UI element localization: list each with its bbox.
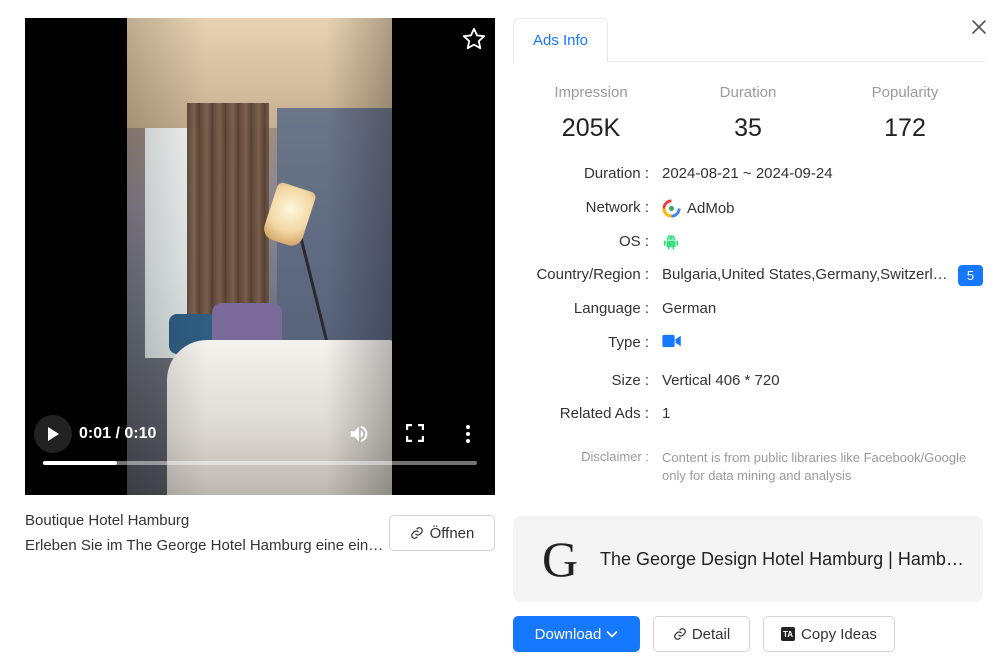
android-icon (663, 235, 679, 250)
favorite-star-icon[interactable] (461, 26, 487, 52)
download-button[interactable]: Download (513, 616, 640, 652)
related-ads-count[interactable]: 1 (662, 405, 670, 422)
detail-row-language: Language : German (513, 300, 985, 322)
open-button[interactable]: Öffnen (389, 515, 495, 551)
stat-label: Duration (719, 84, 777, 101)
detail-row-type: Type : (513, 334, 985, 356)
link-icon (410, 527, 423, 539)
tab-bar: Ads Info (513, 18, 985, 63)
advertiser-card[interactable]: G The George Design Hotel Hamburg | Hamb… (513, 516, 983, 602)
stat-value: 172 (884, 114, 926, 142)
disclaimer-label: Disclaimer : (581, 449, 649, 464)
row-label: OS : (618, 233, 649, 250)
stat-popularity: Popularity 172 (825, 84, 985, 143)
detail-button[interactable]: Detail (653, 616, 750, 652)
text-format-icon: TA (781, 627, 796, 641)
row-label: Related Ads : (559, 405, 649, 422)
detail-row-size: Size : Vertical 406 * 720 (513, 372, 985, 394)
stat-value: 205K (561, 114, 621, 142)
row-label: Duration : (583, 165, 649, 182)
video-time: 0:01 / 0:10 (79, 425, 157, 442)
advertiser-logo: G (541, 531, 579, 587)
detail-row-network: Network : AdMob (513, 199, 985, 221)
detail-label: Detail (691, 625, 731, 643)
detail-row-country: Country/Region : Bulgaria,United States,… (513, 265, 985, 288)
video-progress-bar[interactable] (43, 461, 477, 465)
video-controls: 0:01 / 0:10 (25, 398, 495, 495)
ad-description: Erleben Sie im The George Hotel Hamburg … (25, 537, 385, 554)
video-progress-fill (43, 461, 117, 465)
ad-title: Boutique Hotel Hamburg (25, 512, 190, 529)
language-value: German (662, 300, 717, 317)
admob-icon (662, 199, 681, 218)
chevron-down-icon (606, 630, 618, 638)
video-camera-icon (662, 334, 681, 348)
open-button-label: Öffnen (429, 524, 475, 542)
copy-ideas-label: Copy Ideas (801, 625, 877, 643)
row-label: Network : (585, 199, 649, 216)
network-value: AdMob (662, 199, 735, 218)
detail-row-duration: Duration : 2024-08-21 ~ 2024-09-24 (513, 165, 985, 187)
play-button[interactable] (34, 415, 72, 453)
row-label: Country/Region : (536, 266, 649, 283)
stat-label: Impression (554, 84, 628, 101)
stat-duration: Duration 35 (668, 84, 828, 143)
row-label: Language : (573, 300, 649, 317)
more-options-icon[interactable] (463, 424, 473, 444)
country-list: Bulgaria,United States,Germany,Switzerla… (662, 266, 950, 283)
detail-row-os: OS : (513, 233, 985, 255)
size-value: Vertical 406 * 720 (662, 372, 780, 389)
stat-impression: Impression 205K (511, 84, 671, 143)
tab-ads-info[interactable]: Ads Info (513, 18, 608, 63)
disclaimer-text: Content is from public libraries like Fa… (662, 450, 967, 483)
copy-ideas-button[interactable]: TA Copy Ideas (763, 616, 895, 652)
detail-row-related: Related Ads : 1 (513, 405, 985, 427)
link-icon (673, 628, 686, 640)
duration-range: 2024-08-21 ~ 2024-09-24 (662, 165, 833, 182)
play-icon (48, 427, 59, 441)
download-label: Download (534, 625, 602, 643)
stat-value: 35 (734, 114, 762, 142)
country-count-badge[interactable]: 5 (958, 265, 983, 286)
network-name: AdMob (687, 200, 735, 217)
fullscreen-icon[interactable] (405, 423, 425, 443)
detail-row-disclaimer: Disclaimer : Content is from public libr… (513, 449, 985, 485)
row-label: Size : (611, 372, 649, 389)
advertiser-name: The George Design Hotel Hamburg | Hambur… (600, 549, 965, 569)
video-player[interactable]: 0:01 / 0:10 (25, 18, 495, 495)
stat-label: Popularity (871, 84, 939, 101)
volume-icon[interactable] (348, 423, 370, 445)
row-label: Type : (608, 334, 649, 351)
